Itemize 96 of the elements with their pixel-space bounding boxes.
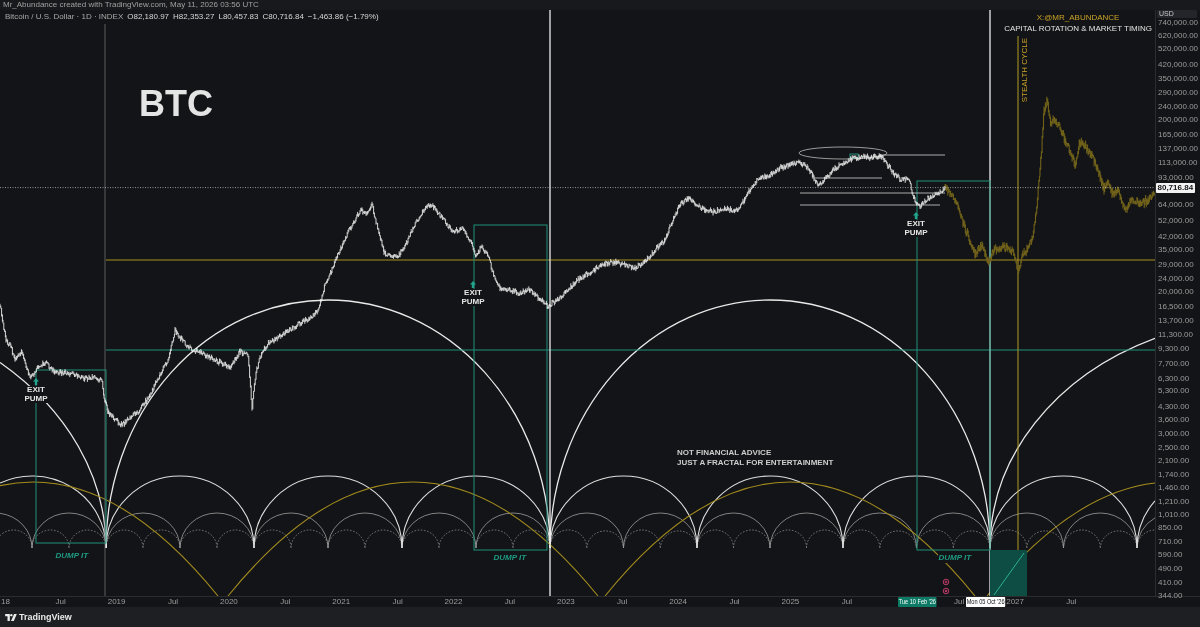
time-label: Jul — [617, 597, 628, 607]
time-label: 2024 — [669, 597, 687, 607]
time-label: 2019 — [107, 597, 126, 607]
time-label: Jul — [392, 597, 403, 607]
dotted-arc — [586, 530, 624, 549]
ohlc-value: L80,457.83 — [218, 12, 259, 22]
date-badge: Tue 10 Feb '26 — [897, 597, 937, 607]
time-label: 2023 — [557, 597, 575, 607]
price-label: 52,000.00 — [1158, 215, 1194, 225]
price-label: 5,300.00 — [1158, 386, 1190, 396]
price-label: 240,000.00 — [1158, 101, 1199, 111]
price-label: 113,000.00 — [1158, 157, 1198, 167]
price-label: 1,460.00 — [1158, 482, 1190, 492]
range-line — [879, 154, 946, 156]
price-label: 24,000.00 — [1158, 273, 1194, 283]
time-label: Jul — [1066, 597, 1077, 607]
price-label: 520,000.00 — [1158, 43, 1199, 53]
price-label: 200,000.00 — [1158, 115, 1199, 125]
price-label: 20,000.00 — [1158, 287, 1194, 297]
time-label: Jul — [954, 597, 965, 607]
dotted-arc — [659, 530, 698, 549]
price-label: 93,000.00 — [1158, 172, 1194, 182]
price-label: 3,600.00 — [1158, 415, 1190, 425]
signal-label: EXIT PUMP — [24, 386, 48, 403]
price-label: 2,100.00 — [1158, 455, 1190, 465]
signal-label: EXIT PUMP — [461, 289, 485, 306]
attribution-text: Mr_Abundance created with TradingView.com, May 11, 2026 03:56 UTC — [3, 0, 259, 10]
price-label: 9,300.00 — [1158, 344, 1190, 354]
dotted-arc — [879, 530, 917, 549]
price-label: 4,300.00 — [1158, 402, 1190, 411]
time-label: Jul — [167, 597, 179, 607]
price-label: 1,010.00 — [1158, 510, 1190, 520]
price-label: 850.00 — [1158, 523, 1183, 532]
highlight-zone — [990, 550, 1027, 596]
price-label: 1,210.00 — [1158, 496, 1190, 506]
price-label: 740,000.00 — [1158, 17, 1199, 27]
dotted-arc — [1026, 530, 1064, 549]
zone-label: DUMP IT — [492, 553, 528, 563]
last-price-badge: 80,716.84 — [1156, 182, 1195, 193]
price-label: 2,500.00 — [1158, 442, 1190, 452]
logo-icon — [5, 613, 17, 621]
ohlc-value: H82,353.27 — [173, 12, 215, 22]
zone-label: DUMP IT — [54, 551, 90, 561]
price-label: 13,700.00 — [1158, 315, 1194, 325]
chart-title: BTC — [139, 86, 213, 122]
price-label: 35,000.00 — [1158, 245, 1194, 255]
symbol-label: Bitcoin / U.S. Dollar · 1D · INDEX — [5, 12, 124, 22]
up-arrow-icon — [913, 212, 919, 219]
time-label: 2020 — [220, 597, 238, 607]
price-label: 350,000.00 — [1158, 73, 1199, 83]
time-label: Jul — [55, 597, 66, 607]
signal-label: EXIT PUMP — [904, 220, 928, 237]
price-label: 1,740.00 — [1158, 469, 1190, 479]
price-label: 29,000.00 — [1158, 259, 1194, 269]
time-label: 18 — [1, 597, 10, 607]
price-label: 64,000.00 — [1158, 200, 1194, 210]
price-label: 3,000.00 — [1158, 428, 1190, 438]
time-label: Jul — [504, 597, 516, 607]
disclaimer-line: NOT FINANCIAL ADVICE — [677, 448, 773, 458]
time-label: Jul — [841, 597, 852, 607]
time-label: 2027 — [1006, 597, 1024, 607]
author-tagline: CAPITAL ROTATION & MARKET TIMING — [1004, 24, 1152, 34]
dotted-arc — [952, 530, 991, 549]
price-label: 344.00 — [1158, 590, 1183, 600]
time-label: 2025 — [781, 597, 800, 607]
price-label: 11,300.00 — [1158, 329, 1193, 339]
time-label: 2021 — [332, 597, 351, 607]
price-label: 6,300.00 — [1158, 373, 1190, 383]
price-label: 42,000.00 — [1158, 231, 1194, 241]
price-label: 420,000.00 — [1158, 59, 1199, 69]
price-label: 16,500.00 — [1158, 301, 1194, 311]
price-change: −1,463.86 (−1.79%) — [307, 12, 379, 22]
date-badge: Mon 05 Oct '26 — [966, 597, 1006, 607]
time-label: 2022 — [444, 597, 463, 607]
price-label: 7,700.00 — [1158, 358, 1190, 368]
price-label: 590.00 — [1158, 550, 1183, 560]
ohlc-value: O82,180.97 — [127, 12, 170, 22]
price-label: 290,000.00 — [1158, 87, 1199, 97]
range-line — [811, 177, 883, 179]
price-label: 165,000.00 — [1158, 129, 1199, 139]
price-label: 137,000.00 — [1158, 143, 1199, 153]
price-label: 410.00 — [1158, 577, 1183, 587]
zone-label: DUMP IT — [937, 553, 973, 563]
price-label: 490.00 — [1158, 564, 1183, 574]
price-label: 620,000.00 — [1158, 30, 1199, 40]
time-label: Jul — [280, 597, 291, 607]
ohlc-value: C80,716.84 — [262, 12, 304, 22]
up-arrow-icon — [33, 378, 39, 385]
disclaimer-line: JUST A FRACTAL FOR ENTERTAINMENT — [677, 458, 834, 468]
author-handle: X:@MR_ABUNDANCE — [1036, 13, 1120, 23]
up-arrow-icon — [470, 281, 476, 288]
time-label: Jul — [729, 597, 740, 607]
cycle-label: STEALTH CYCLE — [1020, 38, 1029, 103]
brand-name: TradingView — [19, 611, 72, 623]
price-label: 710.00 — [1158, 536, 1183, 546]
small-box — [849, 153, 859, 159]
